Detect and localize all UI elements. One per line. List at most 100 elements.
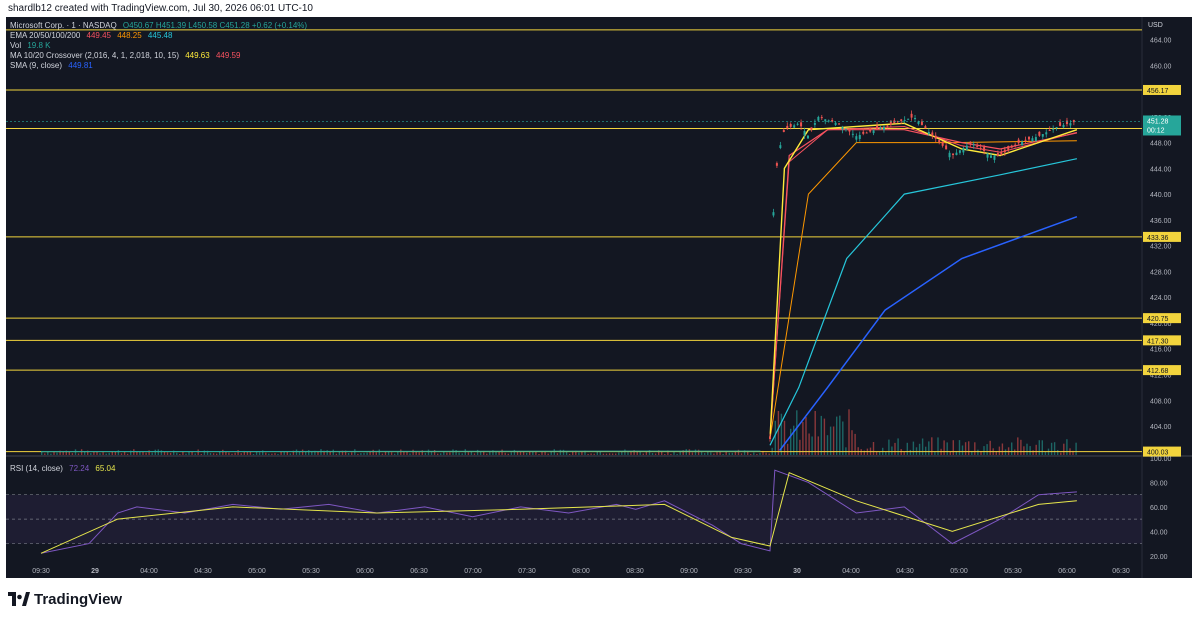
volume-bar <box>522 451 525 455</box>
legend-ma-row[interactable]: MA 10/20 Crossover (2,016, 4, 1, 2,018, … <box>10 51 244 60</box>
volume-bar <box>1032 450 1034 455</box>
candle-body <box>800 122 803 127</box>
volume-bar <box>615 453 617 455</box>
volume-bar <box>136 451 138 455</box>
candle-body <box>948 152 951 158</box>
volume-bar <box>504 452 506 455</box>
level-badge-label: 456.17 <box>1147 88 1169 95</box>
time-tick-label: 09:30 <box>734 568 752 575</box>
candle-body <box>1014 144 1017 146</box>
time-tick-label: 07:30 <box>518 568 536 575</box>
candle-body <box>1045 132 1048 135</box>
volume-bar <box>885 451 887 455</box>
legend-sma-row[interactable]: SMA (9, close) 449.81 <box>10 61 97 70</box>
volume-bar <box>562 449 565 455</box>
price-tick-label: 428.00 <box>1150 269 1172 276</box>
price-tick-label: 464.00 <box>1150 38 1172 45</box>
candle-body <box>955 152 958 156</box>
volume-bar <box>240 453 242 455</box>
volume-bar <box>1020 439 1022 455</box>
time-tick-label: 30 <box>793 568 801 575</box>
volume-bar <box>820 415 822 455</box>
volume-bar <box>700 452 703 455</box>
volume-bar <box>685 449 687 455</box>
candle-body <box>806 135 809 139</box>
volume-bar <box>437 453 439 455</box>
candle-body <box>1027 136 1030 140</box>
volume-bar <box>1053 442 1056 455</box>
volume-bar <box>216 453 218 455</box>
time-tick-label: 05:00 <box>950 568 968 575</box>
chart-credit: shardlb12 created with TradingView.com, … <box>8 3 313 14</box>
chart-panel[interactable]: 464.00460.00456.00452.00448.00444.00440.… <box>6 17 1192 578</box>
volume-bar <box>169 452 172 455</box>
candle-body <box>872 130 875 134</box>
candle-body <box>838 123 841 125</box>
volume-bar <box>836 416 838 455</box>
volume-bar <box>418 452 420 455</box>
candle-body <box>772 212 775 216</box>
price-tick-label: 448.00 <box>1150 141 1172 148</box>
legend-ma20-value: 449.59 <box>215 51 241 60</box>
volume-bar <box>621 451 623 455</box>
candle-body <box>920 121 923 125</box>
volume-bar <box>602 453 605 455</box>
volume-bar <box>222 449 224 455</box>
volume-bar <box>400 449 402 455</box>
volume-bar <box>691 452 694 455</box>
volume-bar <box>553 449 555 455</box>
chart-background <box>6 17 1192 578</box>
time-tick-label: 05:30 <box>302 568 320 575</box>
volume-bar <box>366 452 368 455</box>
candle-body <box>941 141 944 146</box>
volume-bar <box>123 451 126 455</box>
time-tick-label: 07:00 <box>464 568 482 575</box>
candle-body <box>1000 151 1003 155</box>
rsi-tick-label: 20.00 <box>1150 554 1168 561</box>
candle-body <box>910 113 913 118</box>
volume-bar <box>891 446 893 455</box>
volume-bar <box>977 449 979 455</box>
candle-body <box>952 153 955 155</box>
volume-bar <box>47 451 49 455</box>
volume-bar <box>372 449 374 455</box>
volume-bar <box>728 452 730 455</box>
volume-bar <box>872 442 875 455</box>
volume-bar <box>255 451 258 455</box>
volume-bar <box>968 441 970 455</box>
volume-bar <box>209 452 212 455</box>
volume-bar <box>802 422 804 455</box>
legend-vol-label: Vol <box>10 41 22 50</box>
volume-bar <box>832 426 835 455</box>
time-tick-label: 04:00 <box>140 568 158 575</box>
volume-bar <box>452 449 454 455</box>
countdown-label: 00:12 <box>1147 127 1165 134</box>
volume-bar <box>624 449 626 455</box>
volume-bar <box>360 453 362 455</box>
volume-bar <box>397 451 399 455</box>
volume-bar <box>1050 442 1053 455</box>
volume-bar <box>943 440 945 455</box>
volume-bar <box>654 453 657 455</box>
tradingview-logo[interactable]: TradingView <box>8 588 122 610</box>
volume-bar <box>829 426 832 455</box>
volume-bar <box>139 451 141 455</box>
volume-bar <box>197 449 199 455</box>
time-tick-label: 09:00 <box>680 568 698 575</box>
legend-title-row[interactable]: Microsoft Corp. · 1 · NASDAQ O450.67 H45… <box>10 21 311 30</box>
legend-ema-row[interactable]: EMA 20/50/100/200 449.45 448.25 445.48 <box>10 31 176 40</box>
time-tick-label: 06:30 <box>1112 568 1130 575</box>
legend-rsi-row[interactable]: RSI (14, close) 72.24 65.04 <box>10 464 119 473</box>
volume-bar <box>1001 443 1004 455</box>
volume-bar <box>458 452 460 455</box>
volume-bar <box>126 453 129 455</box>
candle-body <box>1059 122 1062 126</box>
volume-bar <box>737 449 740 455</box>
volume-bar <box>1057 450 1059 455</box>
volume-bar <box>661 452 663 455</box>
price-tick-label: 460.00 <box>1150 63 1172 70</box>
candle-body <box>848 129 851 132</box>
candle-body <box>893 120 896 124</box>
legend-vol-row[interactable]: Vol 19.8 K <box>10 41 55 50</box>
chart-canvas[interactable]: 464.00460.00456.00452.00448.00444.00440.… <box>6 17 1192 578</box>
